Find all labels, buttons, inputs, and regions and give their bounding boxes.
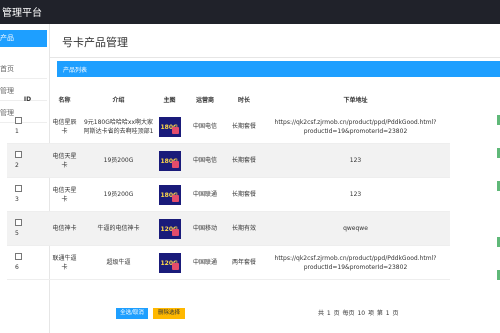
row-intro: 19员200G xyxy=(81,143,156,178)
page-title: 号卡产品管理 xyxy=(62,36,128,49)
row-checkbox[interactable] xyxy=(15,185,22,192)
col-header-carrier: 运营商 xyxy=(195,96,214,104)
product-thumbnail: 120G xyxy=(158,218,181,239)
row-carrier: 中国电信 xyxy=(183,110,227,144)
row-carrier: 中国联通 xyxy=(183,245,227,280)
row-name: 联通牛逼卡 xyxy=(48,245,81,280)
row-checkbox[interactable] xyxy=(15,219,22,226)
row-checkbox[interactable] xyxy=(15,253,22,260)
row-id: 1 xyxy=(15,128,19,135)
row-duration: 长期套餐 xyxy=(227,143,261,178)
row-order-url[interactable]: qweqwe xyxy=(261,211,450,246)
row-intro: 19员200G xyxy=(81,177,156,212)
product-thumbnail: 120G xyxy=(158,252,181,273)
row-name: 电信星辰卡 xyxy=(48,110,81,144)
row-duration: 长期套餐 xyxy=(227,177,261,212)
row-checkbox[interactable] xyxy=(15,117,22,124)
col-header-name: 名称 xyxy=(58,96,71,104)
product-thumbnail: 180G xyxy=(158,116,181,137)
row-name: 电信天星卡 xyxy=(48,143,81,178)
row-carrier: 中国移动 xyxy=(183,211,227,246)
app-title: 管理平台 xyxy=(2,8,42,19)
row-id: 2 xyxy=(15,162,19,169)
row-id: 6 xyxy=(15,264,19,271)
row-intro: 9元180G哈哈哈xx啊大家阿斯达卡省的去啊哇顶部1 xyxy=(81,110,156,144)
row-duration: 两年套餐 xyxy=(227,245,261,280)
row-intro: 牛逼的电信神卡 xyxy=(81,211,156,246)
row-order-url[interactable]: 123 xyxy=(261,143,450,178)
pagination-info: 共 1 页 每页 10 项 第 1 页 xyxy=(318,310,399,317)
row-name: 电信神卡 xyxy=(48,211,81,246)
top-bar: 管理平台 xyxy=(0,0,500,24)
row-duration: 长期套餐 xyxy=(227,110,261,144)
col-header-image: 主图 xyxy=(163,96,176,104)
list-header-label: 产品列表 xyxy=(63,67,88,74)
row-order-url[interactable]: 123 xyxy=(261,177,450,212)
row-name: 电信天星卡 xyxy=(48,177,81,212)
sidebar-item-home[interactable]: 首页 xyxy=(0,61,47,79)
col-header-duration: 时长 xyxy=(237,96,250,104)
row-carrier: 中国联通 xyxy=(183,177,227,212)
table-row: 5 电信神卡 牛逼的电信神卡 120G 中国移动 长期有效 qweqwe xyxy=(7,211,450,246)
row-order-url[interactable]: https://qk2csf.zjrmob.cn/product/ppd/Pdd… xyxy=(261,110,450,144)
list-header-bar: 产品列表 xyxy=(57,61,500,77)
product-thumbnail: 180G xyxy=(158,150,181,171)
col-header-order-url: 下单地址 xyxy=(343,96,368,104)
row-duration: 长期有效 xyxy=(227,211,261,246)
row-intro: 超级牛逼 xyxy=(81,245,156,280)
table-row: 2 电信天星卡 19员200G 180G 中国电信 长期套餐 123 xyxy=(7,143,450,178)
title-divider xyxy=(50,57,500,58)
product-thumbnail: 180G xyxy=(158,184,181,205)
select-all-button[interactable]: 全选/取消 xyxy=(116,308,148,319)
row-id: 5 xyxy=(15,230,19,237)
col-header-intro: 介绍 xyxy=(112,96,125,104)
table-row: 6 联通牛逼卡 超级牛逼 120G 中国联通 两年套餐 https://qk2c… xyxy=(7,245,450,280)
row-carrier: 中国电信 xyxy=(183,143,227,178)
delete-selected-button[interactable]: 删除选择 xyxy=(153,308,185,319)
row-id: 3 xyxy=(15,196,19,203)
table-row: 1 电信星辰卡 9元180G哈哈哈xx啊大家阿斯达卡省的去啊哇顶部1 180G … xyxy=(7,110,450,144)
product-table: ID 名称 介绍 主图 运营商 时长 下单地址 1 电信星辰卡 9元180G哈哈… xyxy=(7,88,450,280)
table-row: 3 电信天星卡 19员200G 180G 中国联通 长期套餐 123 xyxy=(7,177,450,212)
row-order-url[interactable]: https://qk2csf.zjrmob.cn/product/ppd/Pdd… xyxy=(261,245,450,280)
col-header-id: ID xyxy=(23,95,32,103)
sidebar-item-products[interactable]: 产品 xyxy=(0,30,47,47)
row-checkbox[interactable] xyxy=(15,151,22,158)
